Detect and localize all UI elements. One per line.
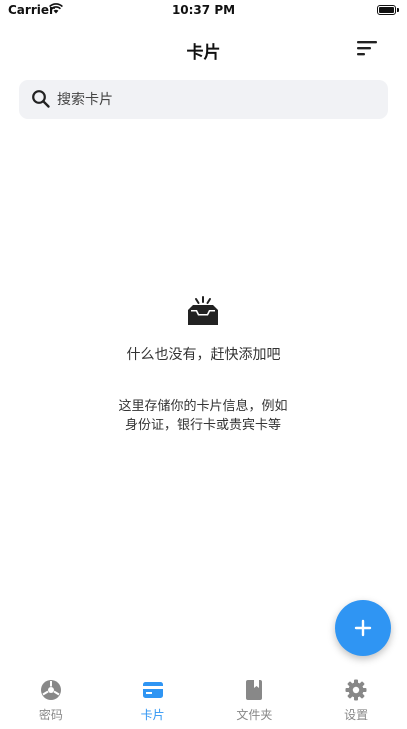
tab-settings[interactable]: 设置: [305, 670, 407, 729]
page-title: 卡片: [186, 43, 221, 63]
tab-label: 卡片: [140, 708, 165, 722]
inbox-icon: [188, 296, 218, 325]
plus-icon: [354, 619, 372, 637]
add-card-button[interactable]: [335, 600, 391, 656]
sort-button[interactable]: [355, 38, 379, 58]
card-icon: [142, 682, 163, 698]
search-bar[interactable]: [19, 80, 388, 119]
clock: 10:37 PM: [171, 3, 236, 17]
password-icon: [40, 680, 61, 700]
empty-state-title: 什么也没有，赶快添加吧: [126, 347, 281, 363]
sort-icon: [357, 41, 377, 56]
tab-label: 文件夹: [236, 708, 273, 722]
empty-state-description-line: 这里存储你的卡片信息，例如: [118, 399, 288, 414]
tab-cards[interactable]: 卡片: [102, 670, 204, 729]
tab-label: 设置: [344, 708, 369, 722]
tab-password[interactable]: 密码: [0, 670, 102, 729]
search-icon: [32, 90, 50, 108]
battery-icon: [377, 5, 399, 15]
search-input[interactable]: [57, 80, 377, 119]
status-bar: Carrier 10:37 PM: [0, 0, 407, 22]
tab-label: 密码: [38, 708, 63, 722]
tab-bar: 密码 卡片 文件夹 设置: [0, 670, 407, 729]
empty-state-description-line: 身份证，银行卡或贵宾卡等: [124, 418, 281, 433]
empty-state-description: 这里存储你的卡片信息，例如 身份证，银行卡或贵宾卡等: [103, 397, 303, 435]
folder-icon: [246, 680, 263, 700]
tab-folders[interactable]: 文件夹: [204, 670, 306, 729]
gear-icon: [345, 679, 367, 701]
